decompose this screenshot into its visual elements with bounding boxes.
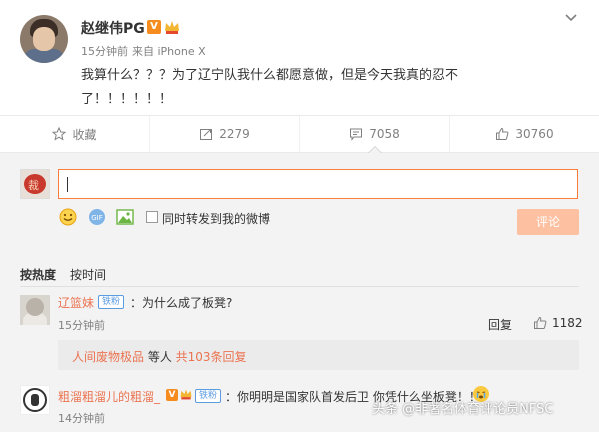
thumbs-up-icon[interactable]	[533, 316, 547, 330]
commenter-avatar[interactable]	[20, 385, 50, 415]
comment-time: 15分钟前	[58, 319, 105, 332]
svg-text:GIF: GIF	[91, 214, 103, 222]
comment-icon	[350, 128, 363, 141]
sub-replies-box[interactable]: 人间废物极品 等人 共103条回复	[58, 340, 579, 370]
star-icon	[52, 127, 67, 141]
iron-fan-badge: 铁粉	[195, 389, 222, 403]
comment-caret	[367, 146, 382, 153]
image-icon[interactable]	[115, 207, 135, 227]
comment-text: ：为什么成了板凳?	[130, 296, 233, 310]
vip-crown-icon	[165, 21, 179, 34]
author-name[interactable]: 赵继伟PG	[81, 18, 145, 38]
repost-label: 同时转发到我的微博	[162, 212, 271, 226]
divider	[20, 286, 579, 287]
post-meta: 15分钟前 来自 iPhone X	[81, 43, 206, 59]
favorite-label: 收藏	[72, 127, 97, 142]
verified-badge-icon: V	[166, 389, 178, 401]
post-content: 我算什么？？？为了辽宁队我什么都愿意做，但是今天我真的忍不了！！！！！！	[81, 68, 459, 107]
watermark: 头条 @非著名体育评论员NFSC	[372, 402, 554, 417]
chevron-down-icon[interactable]	[563, 10, 579, 26]
sort-by-time-tab[interactable]: 按时间	[70, 268, 106, 282]
repost-checkbox[interactable]	[146, 211, 158, 223]
comment-button[interactable]: 7058	[300, 116, 450, 153]
my-avatar[interactable]	[20, 169, 50, 199]
sort-by-heat-tab[interactable]: 按热度	[20, 268, 56, 282]
comments-panel: GIF 同时转发到我的微博 评论 按热度按时间 辽篮妹 铁粉 ：为什么成了板凳?…	[0, 153, 599, 432]
like-count: 30760	[515, 127, 554, 141]
sub-replies-text: 人间废物极品 等人 共103条回复	[72, 350, 247, 364]
sort-tabs: 按热度 按时间	[20, 266, 120, 283]
verified-badge-icon: V	[147, 20, 161, 34]
submit-comment-button[interactable]: 评论	[517, 209, 579, 235]
comment-count: 7058	[369, 127, 400, 141]
commenter-avatar[interactable]	[20, 295, 50, 325]
like-button[interactable]: 30760	[450, 116, 599, 152]
repost-count: 2279	[219, 127, 250, 141]
comment-time: 14分钟前	[58, 412, 105, 425]
sub-reply-count[interactable]: 共103条回复	[176, 350, 247, 364]
gif-icon[interactable]: GIF	[87, 207, 107, 227]
favorite-button[interactable]: 收藏	[0, 116, 150, 152]
reply-button[interactable]: 回复	[488, 316, 512, 333]
commenter-name[interactable]: 粗溜粗溜儿的粗溜_	[58, 388, 160, 405]
comment-like-count: 1182	[552, 316, 583, 330]
post-source[interactable]: 来自 iPhone X	[132, 45, 206, 58]
post-time[interactable]: 15分钟前	[81, 45, 128, 58]
vip-crown-icon	[180, 389, 192, 400]
repost-icon	[200, 129, 213, 140]
commenter-name[interactable]: 辽篮妹	[58, 294, 94, 311]
weibo-post: 赵继伟PG V 15分钟前 来自 iPhone X 我算什么？？？为了辽宁队我什么…	[0, 0, 599, 115]
comment-input[interactable]	[58, 169, 578, 199]
post-action-bar: 收藏 2279 7058 30760	[0, 115, 599, 153]
thumbs-up-icon	[496, 127, 509, 140]
emoji-icon[interactable]	[58, 207, 78, 227]
sub-reply-user[interactable]: 人间废物极品	[72, 350, 144, 364]
repost-button[interactable]: 2279	[150, 116, 300, 152]
author-avatar[interactable]	[20, 15, 68, 63]
iron-fan-badge: 铁粉	[98, 295, 125, 309]
